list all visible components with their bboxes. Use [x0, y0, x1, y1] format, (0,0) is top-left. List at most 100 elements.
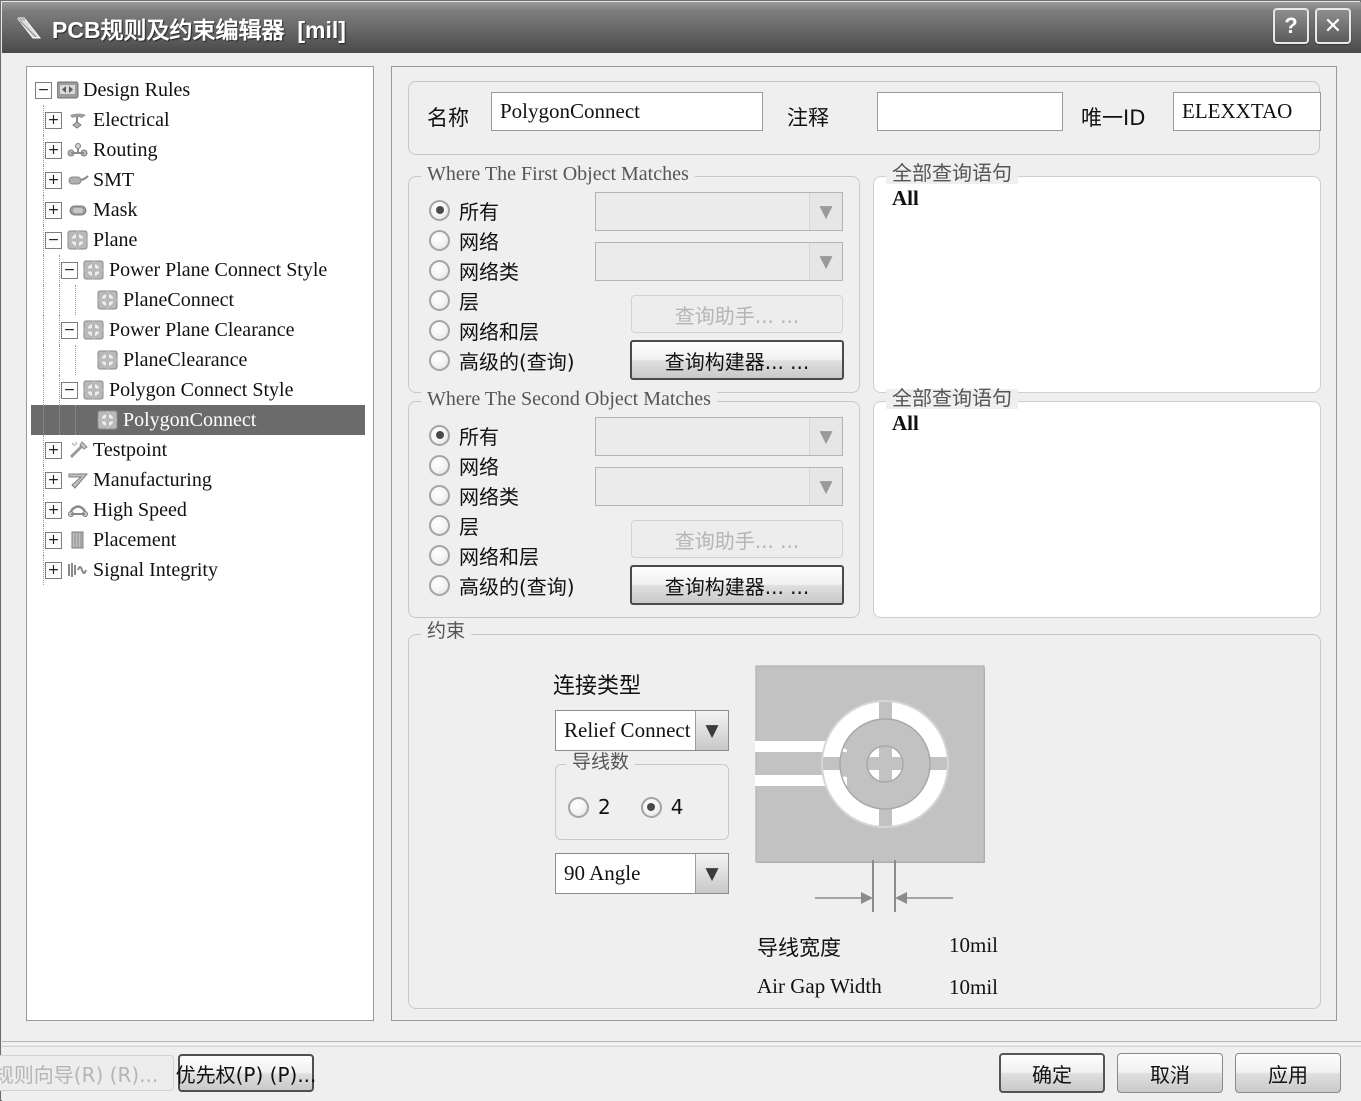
plane-icon: [83, 320, 105, 340]
tree-expander-minus-icon[interactable]: −: [61, 321, 78, 339]
radio-label: 4: [670, 795, 684, 819]
radio-button-icon[interactable]: [429, 319, 450, 341]
radio-button-icon[interactable]: [429, 574, 450, 596]
tree-expander-plus-icon[interactable]: +: [45, 531, 62, 549]
conductor-count-radio-1[interactable]: 4: [640, 792, 684, 822]
first-query-box[interactable]: 全部查询语句 All: [873, 164, 1321, 393]
close-icon[interactable]: ✕: [1315, 8, 1351, 44]
query-helper-button: 查询助手... ...: [631, 295, 843, 333]
tree-item-label: Polygon Connect Style: [109, 379, 294, 401]
second-object-net-combo[interactable]: ▼: [595, 417, 843, 456]
first-object-group: Where The First Object Matches 所有 网络 网络类层网…: [408, 164, 860, 393]
tree-expander-plus-icon[interactable]: +: [45, 471, 62, 489]
tree-item-planeconnect[interactable]: PlaneConnect: [35, 285, 365, 315]
tree-item-testpoint[interactable]: + Testpoint: [35, 435, 365, 465]
radio-button-icon[interactable]: [429, 514, 450, 536]
first-object-radio-list[interactable]: 所有 网络 网络类层网络和层 高级的(查询): [429, 195, 575, 375]
ok-button[interactable]: 确定: [999, 1053, 1105, 1093]
connect-type-combo[interactable]: Relief Connect ▼: [555, 710, 729, 751]
tree-item-polygonconnect[interactable]: PolygonConnect: [31, 405, 365, 435]
second-query-box[interactable]: 全部查询语句 All: [873, 389, 1321, 618]
first-object-radio-1[interactable]: 网络: [429, 225, 575, 255]
conductor-count-radio-0[interactable]: 2: [568, 792, 611, 822]
radio-button-icon[interactable]: [429, 484, 450, 506]
first-object-radio-5[interactable]: 高级的(查询): [429, 345, 575, 375]
tree-item-high-speed[interactable]: + High Speed: [35, 495, 365, 525]
first-object-radio-3[interactable]: 层: [429, 285, 575, 315]
second-query-title: 全部查询语句: [886, 389, 1018, 409]
radio-button-icon[interactable]: [429, 199, 450, 221]
conductor-count-radios[interactable]: 24: [568, 792, 683, 822]
first-object-radio-0[interactable]: 所有: [429, 195, 575, 225]
tree-item-polygon-connect-style[interactable]: − Polygon Connect Style: [35, 375, 365, 405]
comment-input[interactable]: [877, 92, 1063, 131]
first-object-radio-2[interactable]: 网络类: [429, 255, 575, 285]
radio-button-icon[interactable]: [568, 796, 589, 818]
tree-expander-minus-icon[interactable]: −: [61, 381, 78, 399]
tree-indent-guide: [59, 405, 61, 435]
tree-expander-plus-icon[interactable]: +: [45, 141, 62, 159]
tree-item-smt[interactable]: + SMT: [35, 165, 365, 195]
tree-item-label: PlaneConnect: [123, 289, 235, 311]
radio-button-icon[interactable]: [640, 796, 662, 818]
chevron-down-icon: ▼: [695, 711, 728, 750]
second-object-radio-2[interactable]: 网络类: [429, 480, 575, 510]
tree-item-electrical[interactable]: + Electrical: [35, 105, 365, 135]
tree-expander-plus-icon[interactable]: +: [45, 201, 62, 219]
unique-id-label: 唯一ID: [1081, 106, 1146, 130]
second-object-radio-list[interactable]: 所有 网络 网络类层网络和层 高级的(查询): [429, 420, 575, 600]
first-object-group-title: Where The First Object Matches: [421, 164, 695, 184]
name-input[interactable]: PolygonConnect: [491, 92, 763, 131]
connect-type-value: Relief Connect: [564, 718, 691, 742]
tree-expander-minus-icon[interactable]: −: [45, 231, 62, 249]
priority-button[interactable]: 优先权(P) (P)...: [176, 1054, 316, 1092]
tree-expander-plus-icon[interactable]: +: [45, 441, 62, 459]
second-object-radio-3[interactable]: 层: [429, 510, 575, 540]
air-gap-value[interactable]: 10mil: [949, 975, 998, 1000]
tree-item-planeclearance[interactable]: PlaneClearance: [35, 345, 365, 375]
tree-item-signal-integrity[interactable]: + Signal Integrity: [35, 555, 365, 585]
radio-button-icon[interactable]: [429, 424, 450, 446]
tree-item-design-rules[interactable]: − Design Rules: [35, 75, 365, 105]
radio-button-icon[interactable]: [429, 229, 450, 251]
tree-expander-minus-icon[interactable]: −: [35, 81, 52, 99]
first-object-net-combo[interactable]: ▼: [595, 192, 843, 231]
rules-tree-panel[interactable]: − Design Rules + Electrical + Routing + SMT + Mas…: [26, 66, 374, 1021]
tree-item-routing[interactable]: + Routing: [35, 135, 365, 165]
help-icon[interactable]: ?: [1273, 8, 1309, 44]
tree-expander-plus-icon[interactable]: +: [45, 111, 62, 129]
tree-item-mask[interactable]: + Mask: [35, 195, 365, 225]
radio-button-icon[interactable]: [429, 454, 450, 476]
query-builder-button[interactable]: 查询构建器... ...: [630, 340, 844, 380]
apply-button[interactable]: 应用: [1235, 1053, 1341, 1093]
radio-button-icon[interactable]: [429, 349, 450, 371]
query-builder-button-2[interactable]: 查询构建器... ...: [630, 565, 844, 605]
tree-expander-plus-icon[interactable]: +: [45, 501, 62, 519]
tree-expander-minus-icon[interactable]: −: [61, 261, 78, 279]
conductor-width-value[interactable]: 10mil: [949, 933, 998, 958]
tree-item-plane[interactable]: − Plane: [35, 225, 365, 255]
first-object-netclass-combo[interactable]: ▼: [595, 242, 843, 281]
rules-tree[interactable]: − Design Rules + Electrical + Routing + SMT + Mas…: [31, 75, 365, 585]
tree-expander-plus-icon[interactable]: +: [45, 171, 62, 189]
radio-button-icon[interactable]: [429, 289, 450, 311]
cancel-button[interactable]: 取消: [1117, 1053, 1223, 1093]
angle-combo[interactable]: 90 Angle ▼: [555, 853, 729, 894]
radio-button-icon[interactable]: [429, 259, 450, 281]
tree-indent-guide: [43, 255, 45, 285]
second-object-radio-4[interactable]: 网络和层: [429, 540, 575, 570]
tree-item-manufacturing[interactable]: + Manufacturing: [35, 465, 365, 495]
second-object-radio-1[interactable]: 网络: [429, 450, 575, 480]
radio-button-icon[interactable]: [429, 544, 450, 566]
tree-item-placement[interactable]: + Placement: [35, 525, 365, 555]
unique-id-input[interactable]: ELEXXTAO: [1173, 92, 1321, 131]
tree-expander-plus-icon[interactable]: +: [45, 561, 62, 579]
tree-item-power-plane-clearance[interactable]: − Power Plane Clearance: [35, 315, 365, 345]
tree-item-power-plane-connect-style[interactable]: − Power Plane Connect Style: [35, 255, 365, 285]
chevron-down-icon: ▼: [809, 468, 842, 505]
second-object-netclass-combo[interactable]: ▼: [595, 467, 843, 506]
first-object-radio-4[interactable]: 网络和层: [429, 315, 575, 345]
second-object-radio-5[interactable]: 高级的(查询): [429, 570, 575, 600]
second-object-radio-0[interactable]: 所有: [429, 420, 575, 450]
